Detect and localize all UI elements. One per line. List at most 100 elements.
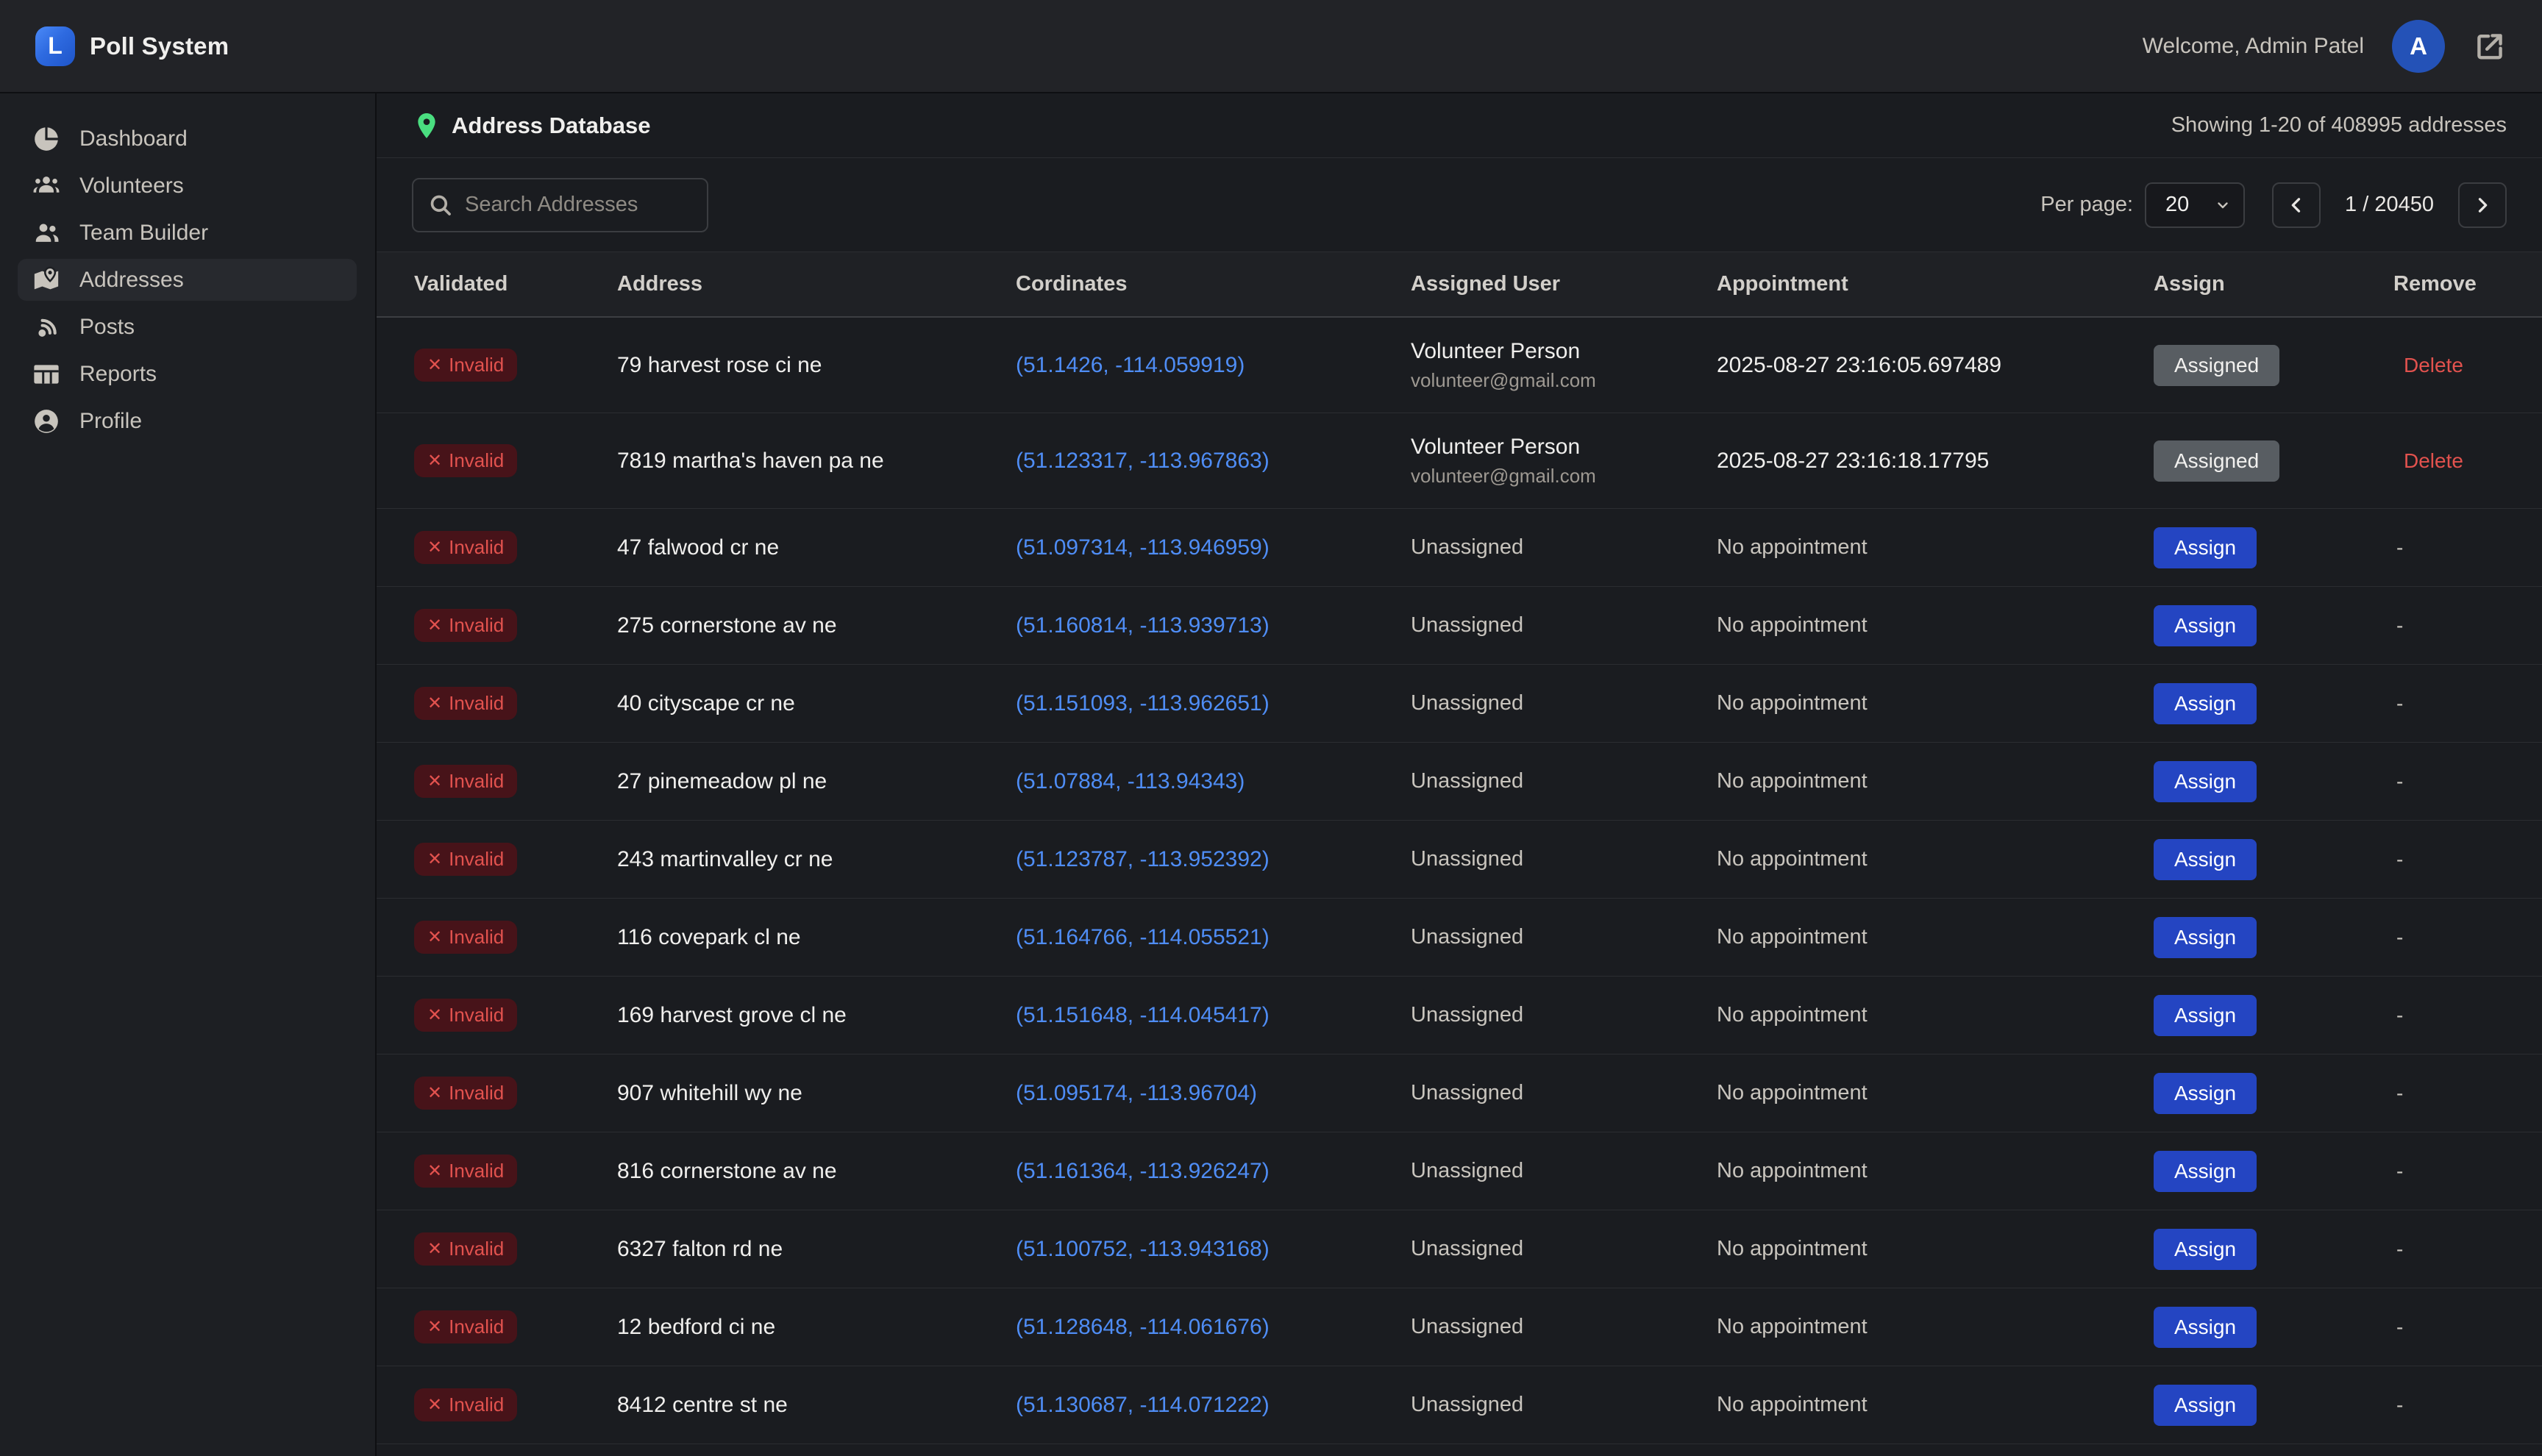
sidebar-item-label: Volunteers	[79, 174, 184, 199]
remove-action: -	[2393, 692, 2403, 715]
remove-cell: -	[2393, 692, 2542, 715]
assign-button[interactable]: Assign	[2154, 683, 2257, 724]
invalid-badge-label: Invalid	[449, 354, 504, 377]
next-page-button[interactable]	[2458, 182, 2507, 228]
coordinates-link[interactable]: (51.151648, -114.045417)	[1016, 1003, 1411, 1028]
sidebar-item-label: Reports	[79, 362, 157, 387]
appointment-cell: 2025-08-27 23:16:18.17795	[1717, 449, 2154, 474]
table-row: ✕ Invalid 27 pinemeadow pl ne (51.07884,…	[377, 743, 2542, 821]
coordinates-link[interactable]: (51.100752, -113.943168)	[1016, 1237, 1411, 1262]
assign-button[interactable]: Assign	[2154, 605, 2257, 646]
external-link-icon[interactable]	[2473, 29, 2507, 63]
assign-button[interactable]: Assign	[2154, 1385, 2257, 1426]
assign-button[interactable]: Assign	[2154, 761, 2257, 802]
table-body: ✕ Invalid 79 harvest rose ci ne (51.1426…	[377, 318, 2542, 1444]
header-address: Address	[617, 272, 1016, 296]
coordinates-link[interactable]: (51.164766, -114.055521)	[1016, 925, 1411, 950]
coordinates-link[interactable]: (51.160814, -113.939713)	[1016, 613, 1411, 638]
sidebar-item-reports[interactable]: Reports	[18, 353, 357, 395]
header-assigned-user: Assigned User	[1411, 272, 1717, 296]
assign-button[interactable]: Assigned	[2154, 440, 2279, 482]
assign-cell: Assign	[2154, 1151, 2393, 1192]
appointment-cell: No appointment	[1717, 535, 2154, 560]
address-cell: 816 cornerstone av ne	[617, 1159, 1016, 1184]
avatar-initial: A	[2410, 32, 2427, 60]
remove-action: -	[2393, 1082, 2403, 1105]
address-cell: 6327 falton rd ne	[617, 1237, 1016, 1262]
invalid-badge: ✕ Invalid	[414, 531, 517, 564]
table-row: ✕ Invalid 8412 centre st ne (51.130687, …	[377, 1366, 2542, 1444]
remove-cell: -	[2393, 770, 2542, 793]
assigned-user-name: Unassigned	[1411, 613, 1717, 638]
coordinates-link[interactable]: (51.07884, -113.94343)	[1016, 769, 1411, 794]
search-input[interactable]	[465, 193, 692, 217]
assigned-user-name: Unassigned	[1411, 691, 1717, 715]
coordinates-link[interactable]: (51.095174, -113.96704)	[1016, 1081, 1411, 1106]
sidebar-item-team-builder[interactable]: Team Builder	[18, 212, 357, 254]
remove-action[interactable]: Delete	[2393, 449, 2463, 472]
chevron-down-icon	[2214, 196, 2232, 214]
coordinates-link[interactable]: (51.123317, -113.967863)	[1016, 449, 1411, 474]
welcome-text: Welcome, Admin Patel	[2143, 34, 2364, 59]
coordinates-link[interactable]: (51.128648, -114.061676)	[1016, 1315, 1411, 1340]
table-row: ✕ Invalid 243 martinvalley cr ne (51.123…	[377, 821, 2542, 899]
invalid-badge: ✕ Invalid	[414, 1077, 517, 1110]
x-icon: ✕	[427, 617, 442, 635]
per-page-select[interactable]: 20	[2145, 182, 2245, 228]
invalid-badge: ✕ Invalid	[414, 843, 517, 876]
table-row: ✕ Invalid 47 falwood cr ne (51.097314, -…	[377, 509, 2542, 587]
coordinates-link[interactable]: (51.130687, -114.071222)	[1016, 1393, 1411, 1418]
remove-action[interactable]: Delete	[2393, 354, 2463, 377]
sidebar-item-dashboard[interactable]: Dashboard	[18, 118, 357, 160]
assign-button[interactable]: Assign	[2154, 1307, 2257, 1348]
validated-cell: ✕ Invalid	[414, 687, 617, 720]
sidebar-item-addresses[interactable]: Addresses	[18, 259, 357, 301]
remove-cell: -	[2393, 848, 2542, 871]
assigned-user-name: Volunteer Person	[1411, 339, 1717, 364]
table-row: ✕ Invalid 40 cityscape cr ne (51.151093,…	[377, 665, 2542, 743]
broadcast-icon	[32, 313, 60, 341]
assign-button[interactable]: Assign	[2154, 1073, 2257, 1114]
previous-page-button[interactable]	[2272, 182, 2321, 228]
assign-button[interactable]: Assign	[2154, 1151, 2257, 1192]
appointment-cell: No appointment	[1717, 769, 2154, 793]
table-row: ✕ Invalid 12 bedford ci ne (51.128648, -…	[377, 1288, 2542, 1366]
sidebar-item-posts[interactable]: Posts	[18, 306, 357, 348]
remove-action: -	[2393, 770, 2403, 793]
remove-cell: -	[2393, 1160, 2542, 1183]
assigned-user-cell: Unassigned	[1411, 1315, 1717, 1339]
remove-cell: -	[2393, 1082, 2542, 1105]
assign-button[interactable]: Assign	[2154, 527, 2257, 568]
assign-button[interactable]: Assign	[2154, 839, 2257, 880]
header-validated: Validated	[414, 272, 617, 296]
table-row: ✕ Invalid 907 whitehill wy ne (51.095174…	[377, 1054, 2542, 1132]
invalid-badge: ✕ Invalid	[414, 687, 517, 720]
remove-action: -	[2393, 848, 2403, 871]
appointment-cell: No appointment	[1717, 613, 2154, 638]
x-icon: ✕	[427, 539, 442, 557]
avatar[interactable]: A	[2392, 20, 2445, 73]
coordinates-link[interactable]: (51.161364, -113.926247)	[1016, 1159, 1411, 1184]
assign-cell: Assigned	[2154, 345, 2393, 386]
invalid-badge: ✕ Invalid	[414, 765, 517, 798]
invalid-badge: ✕ Invalid	[414, 1310, 517, 1343]
invalid-badge: ✕ Invalid	[414, 999, 517, 1032]
x-icon: ✕	[427, 929, 442, 946]
coordinates-link[interactable]: (51.123787, -113.952392)	[1016, 847, 1411, 872]
coordinates-link[interactable]: (51.1426, -114.059919)	[1016, 353, 1411, 378]
table-row: ✕ Invalid 816 cornerstone av ne (51.1613…	[377, 1132, 2542, 1210]
x-icon: ✕	[427, 357, 442, 374]
coordinates-link[interactable]: (51.151093, -113.962651)	[1016, 691, 1411, 716]
remove-cell: -	[2393, 1004, 2542, 1027]
sidebar-item-profile[interactable]: Profile	[18, 400, 357, 442]
assign-button[interactable]: Assigned	[2154, 345, 2279, 386]
assign-button[interactable]: Assign	[2154, 1229, 2257, 1270]
assign-button[interactable]: Assign	[2154, 995, 2257, 1036]
x-icon: ✕	[427, 773, 442, 791]
x-icon: ✕	[427, 1163, 442, 1180]
x-icon: ✕	[427, 452, 442, 470]
assign-button[interactable]: Assign	[2154, 917, 2257, 958]
header-appointment: Appointment	[1717, 272, 2154, 296]
sidebar-item-volunteers[interactable]: Volunteers	[18, 165, 357, 207]
coordinates-link[interactable]: (51.097314, -113.946959)	[1016, 535, 1411, 560]
